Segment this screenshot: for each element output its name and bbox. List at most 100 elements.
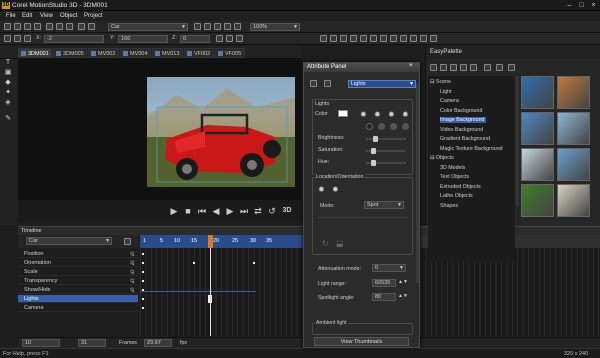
total-frames-field[interactable]: 31 (78, 339, 106, 347)
light-option-radio-4[interactable] (402, 123, 409, 130)
spotlight-angle-spin-icon[interactable]: ▲▼ (398, 293, 408, 299)
palette-tree-group[interactable]: ⊟ Objects (430, 155, 454, 161)
reset-icon[interactable]: ↻ (322, 239, 329, 248)
background-thumbnail[interactable] (557, 148, 590, 181)
view-icon-2[interactable] (330, 35, 337, 42)
view-icon-5[interactable] (360, 35, 367, 42)
saturation-slider[interactable] (366, 148, 406, 154)
first-frame-icon[interactable]: ⏮ (196, 205, 208, 217)
light-option-radio-3[interactable] (390, 123, 397, 130)
object-select[interactable]: Car ▼ (108, 23, 188, 31)
brightness-slider[interactable] (366, 136, 406, 142)
menu-file[interactable]: File (6, 13, 16, 19)
play-icon[interactable]: ▶ (168, 205, 180, 217)
cut-icon[interactable] (46, 23, 53, 30)
attr-tool-icon-1[interactable] (310, 80, 317, 87)
location-tool-icon-1[interactable]: ✹ (318, 185, 325, 194)
spotlight-angle-field[interactable]: 80 (372, 293, 396, 301)
align-icon-3[interactable] (236, 35, 243, 42)
tool-icon-5[interactable] (234, 23, 241, 30)
view-icon-10[interactable] (410, 35, 417, 42)
view-thumbnails-button[interactable]: View Thumbnails (314, 337, 409, 346)
copy-icon[interactable] (56, 23, 63, 30)
timeline-settings-icon[interactable] (124, 238, 131, 245)
track-position[interactable]: Position ꝗ (18, 250, 138, 258)
attribute-panel-scrollbar[interactable] (416, 83, 419, 283)
redo-icon[interactable] (88, 23, 95, 30)
palette-tree-item[interactable]: Text Objects (440, 174, 469, 180)
palette-tree-item[interactable]: Magic Texture Background (440, 146, 503, 152)
light-option-radio-2[interactable] (378, 123, 385, 130)
link-icon[interactable]: ⬓ (336, 239, 344, 248)
tool-icon-4[interactable] (224, 23, 231, 30)
tool-icon-1[interactable] (194, 23, 201, 30)
light-tool-icon[interactable]: ✦ (4, 89, 12, 97)
playhead-marker[interactable] (208, 235, 213, 248)
view-icon-11[interactable] (420, 35, 427, 42)
palette-tree-item[interactable]: Shapes (440, 203, 458, 209)
palette-tree-item[interactable]: Light (440, 89, 452, 95)
palette-tool-icon-2[interactable] (440, 64, 447, 71)
paste-icon[interactable] (66, 23, 73, 30)
loop-icon[interactable]: ⇄ (252, 205, 264, 217)
tab-vf005[interactable]: VF005 (215, 48, 245, 58)
view-icon-12[interactable] (430, 35, 437, 42)
palette-tree-item[interactable]: Gradient Background (440, 136, 490, 142)
light-range-field[interactable]: 60535 (372, 279, 396, 287)
palette-tool-icon-3[interactable] (450, 64, 457, 71)
keyframe[interactable] (142, 307, 144, 309)
background-thumbnail[interactable] (521, 184, 554, 217)
light-type-icon-3[interactable]: ✹ (388, 110, 395, 119)
background-thumbnail[interactable] (521, 148, 554, 181)
background-thumbnail[interactable] (521, 76, 554, 109)
view-icon-7[interactable] (380, 35, 387, 42)
maximize-icon[interactable]: □ (576, 1, 587, 10)
hue-slider[interactable] (366, 160, 406, 166)
open-icon[interactable] (14, 23, 21, 30)
minimize-icon[interactable]: – (564, 1, 575, 10)
background-thumbnail[interactable] (557, 112, 590, 145)
prev-frame-icon[interactable]: ◀ (210, 205, 222, 217)
palette-tree-item[interactable]: Camera (440, 98, 459, 104)
keyframe[interactable] (142, 253, 144, 255)
keyframe[interactable] (193, 262, 195, 264)
x-field[interactable]: -2 (44, 35, 104, 43)
z-field[interactable]: 0 (180, 35, 210, 43)
paint-tool-icon[interactable]: ◈ (4, 99, 12, 107)
view-icon-3[interactable] (340, 35, 347, 42)
tab-3dm001[interactable]: 3DM001 (18, 48, 52, 58)
background-thumbnail[interactable] (521, 112, 554, 145)
save-icon[interactable] (24, 23, 31, 30)
view-icon-6[interactable] (370, 35, 377, 42)
palette-tree-item[interactable]: Lathe Objects (440, 193, 473, 199)
keyframe[interactable] (142, 280, 144, 282)
rotate-icon[interactable] (14, 35, 21, 42)
light-select[interactable]: Lights ▼ (348, 80, 416, 88)
save-as-icon[interactable] (34, 23, 41, 30)
mode-select[interactable]: Spot ▼ (364, 201, 404, 209)
scene-preview-image[interactable] (147, 77, 295, 187)
palette-tree-item[interactable]: Color Background (440, 108, 482, 114)
align-icon-1[interactable] (216, 35, 223, 42)
tab-mv002[interactable]: MV002 (88, 48, 119, 58)
attr-tool-icon-2[interactable] (324, 80, 331, 87)
view-icon-4[interactable] (350, 35, 357, 42)
view-icon-1[interactable] (320, 35, 327, 42)
timeline-object-select[interactable]: Car ▼ (26, 237, 112, 245)
menu-edit[interactable]: Edit (22, 13, 32, 19)
palette-tool-icon-6[interactable] (484, 64, 491, 71)
next-frame-icon[interactable]: ▶ (224, 205, 236, 217)
light-option-radio-1[interactable] (366, 123, 373, 130)
keyframe[interactable] (142, 271, 144, 273)
tool-icon-3[interactable] (214, 23, 221, 30)
tab-mv013[interactable]: MV013 (152, 48, 183, 58)
light-type-icon-4[interactable]: ✹ (402, 110, 409, 119)
menu-view[interactable]: View (40, 13, 53, 19)
attribute-panel-close-icon[interactable]: × (409, 63, 413, 69)
tab-3dm005[interactable]: 3DM005 (53, 48, 87, 58)
palette-tool-icon-7[interactable] (496, 64, 503, 71)
menu-project[interactable]: Project (84, 13, 103, 19)
track-scale[interactable]: Scale ꝗ (18, 268, 138, 276)
object-tool-icon[interactable]: ▣ (4, 69, 12, 77)
palette-tree-group[interactable]: ⊟ Scene (430, 79, 451, 85)
